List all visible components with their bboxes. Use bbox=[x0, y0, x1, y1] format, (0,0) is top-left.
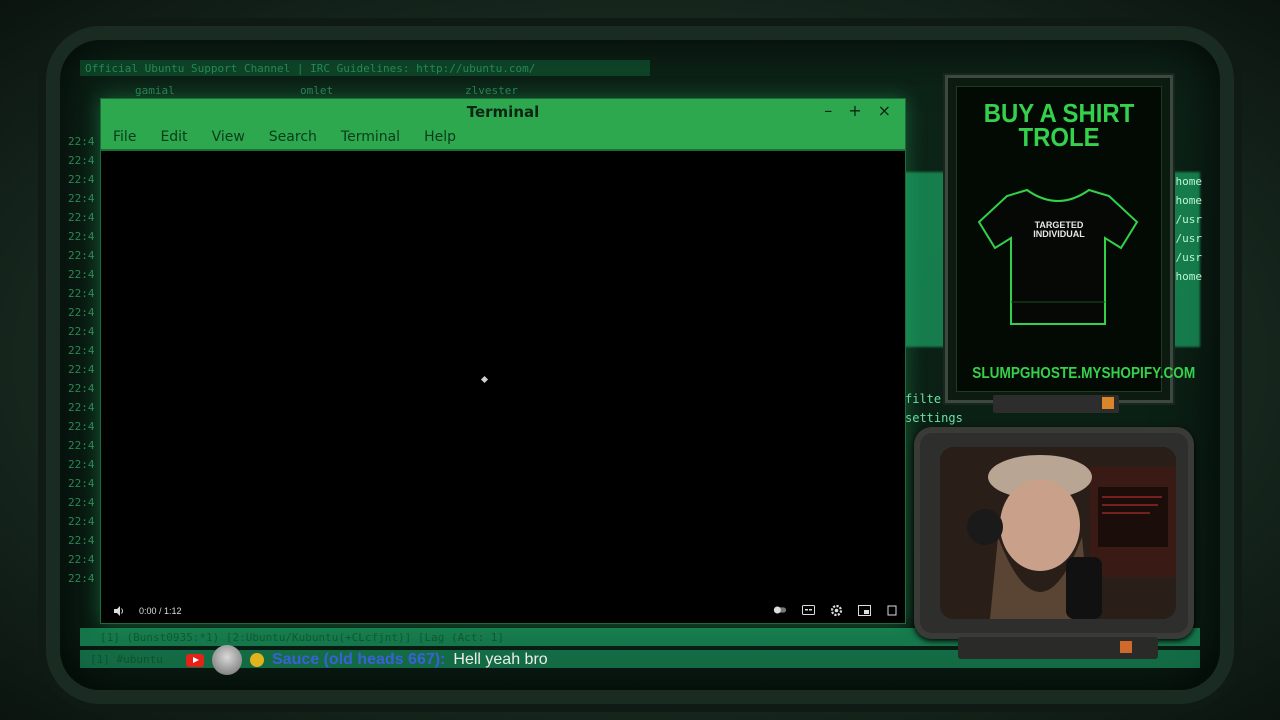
settings-gear-icon[interactable] bbox=[829, 603, 843, 617]
chat-text: Hell yeah bro bbox=[453, 651, 548, 668]
side-word: settings bbox=[905, 411, 963, 425]
webcam-tv-frame bbox=[914, 427, 1194, 639]
menu-view[interactable]: View bbox=[212, 129, 245, 145]
menu-help[interactable]: Help bbox=[424, 129, 456, 145]
irc-header-text: Official Ubuntu Support Channel | IRC Gu… bbox=[85, 62, 536, 75]
shirt-print-text: TARGETED INDIVIDUAL bbox=[957, 221, 1161, 239]
timestamp: 22:4 bbox=[68, 154, 95, 167]
youtube-icon bbox=[186, 653, 204, 667]
window-controls: – + × bbox=[824, 102, 891, 120]
timestamp: 22:4 bbox=[68, 287, 95, 300]
webcam-feed bbox=[940, 447, 1176, 619]
irc-user-3: zlvester bbox=[465, 84, 518, 97]
timestamp: 22:4 bbox=[68, 439, 95, 452]
chat-avatar bbox=[212, 645, 242, 675]
ad-title-line2: TROLE bbox=[1018, 122, 1100, 152]
menu-file[interactable]: File bbox=[113, 129, 136, 145]
timestamp: 22:4 bbox=[68, 382, 95, 395]
irc-status-text: [1] (Bunst0935:*1) [2:Ubuntu/Kubuntu(+CL… bbox=[100, 631, 504, 644]
timestamp: 22:4 bbox=[68, 173, 95, 186]
timestamp: 22:4 bbox=[68, 420, 95, 433]
timestamp: 22:4 bbox=[68, 192, 95, 205]
irc-status-text-2: [1] #ubuntu bbox=[90, 653, 163, 666]
timestamp: 22:4 bbox=[68, 325, 95, 338]
menu-search[interactable]: Search bbox=[269, 129, 317, 145]
video-time: 0:00 / 1:12 bbox=[139, 606, 182, 616]
shirt-line2: INDIVIDUAL bbox=[1033, 229, 1085, 239]
timestamp: 22:4 bbox=[68, 515, 95, 528]
timestamp: 22:4 bbox=[68, 249, 95, 262]
streamer-webcam-image bbox=[940, 447, 1176, 619]
timestamp: 22:4 bbox=[68, 211, 95, 224]
menu-terminal[interactable]: Terminal bbox=[341, 129, 400, 145]
terminal-window[interactable]: Terminal – + × File Edit View Search Ter… bbox=[100, 98, 906, 624]
timestamp: 22:4 bbox=[68, 268, 95, 281]
autoplay-toggle-icon[interactable] bbox=[773, 603, 787, 617]
ad-title: BUY A SHIRT TROLE bbox=[965, 100, 1153, 152]
timestamp: 22:4 bbox=[68, 553, 95, 566]
timestamp: 22:4 bbox=[68, 344, 95, 357]
menu-edit[interactable]: Edit bbox=[160, 129, 187, 145]
fullscreen-icon[interactable] bbox=[885, 603, 899, 617]
member-badge-icon bbox=[250, 653, 264, 667]
irc-user-1: gamial bbox=[135, 84, 175, 97]
tshirt-icon bbox=[977, 188, 1139, 325]
miniplayer-icon[interactable] bbox=[857, 603, 871, 617]
terminal-menubar: File Edit View Search Terminal Help bbox=[101, 125, 905, 151]
timestamp: 22:4 bbox=[68, 572, 95, 585]
irc-highlight-block bbox=[902, 172, 947, 347]
close-button[interactable]: × bbox=[878, 102, 891, 120]
shirt-ad-frame: BUY A SHIRT TROLE TARGETED INDIVIDUAL SL… bbox=[945, 75, 1195, 403]
chat-username: Sauce (old heads 667): bbox=[272, 651, 446, 668]
maximize-button[interactable]: + bbox=[848, 102, 861, 120]
timestamp: 22:4 bbox=[68, 306, 95, 319]
timestamp: 22:4 bbox=[68, 135, 95, 148]
mouse-cursor-icon bbox=[480, 375, 489, 384]
chat-message: Sauce (old heads 667): Hell yeah bro bbox=[186, 645, 548, 675]
timestamp: 22:4 bbox=[68, 363, 95, 376]
terminal-output-area[interactable] bbox=[105, 151, 901, 597]
terminal-title: Terminal bbox=[466, 103, 540, 121]
ad-stand-base bbox=[993, 395, 1119, 413]
shirt-ad-panel[interactable]: BUY A SHIRT TROLE TARGETED INDIVIDUAL SL… bbox=[956, 86, 1195, 392]
timestamp: 22:4 bbox=[68, 458, 95, 471]
minimize-button[interactable]: – bbox=[824, 102, 832, 120]
video-player-controls: 0:00 / 1:12 bbox=[101, 599, 905, 623]
volume-icon[interactable] bbox=[113, 605, 125, 617]
captions-icon[interactable] bbox=[801, 603, 815, 617]
irc-timestamps: 22:4 22:4 22:4 22:4 22:4 22:4 22:4 22:4 … bbox=[68, 135, 104, 591]
timestamp: 22:4 bbox=[68, 477, 95, 490]
ad-shop-url[interactable]: SLUMPGHOSTE.MYSHOPIFY.COM bbox=[972, 365, 1195, 383]
video-controls-right bbox=[773, 603, 899, 617]
timestamp: 22:4 bbox=[68, 401, 95, 414]
tv-indicator-light bbox=[1120, 641, 1132, 653]
ad-indicator-light bbox=[1102, 397, 1114, 409]
timestamp: 22:4 bbox=[68, 534, 95, 547]
timestamp: 22:4 bbox=[68, 496, 95, 509]
terminal-titlebar[interactable]: Terminal – + × bbox=[101, 99, 905, 125]
timestamp: 22:4 bbox=[68, 230, 95, 243]
irc-user-2: omlet bbox=[300, 84, 334, 97]
